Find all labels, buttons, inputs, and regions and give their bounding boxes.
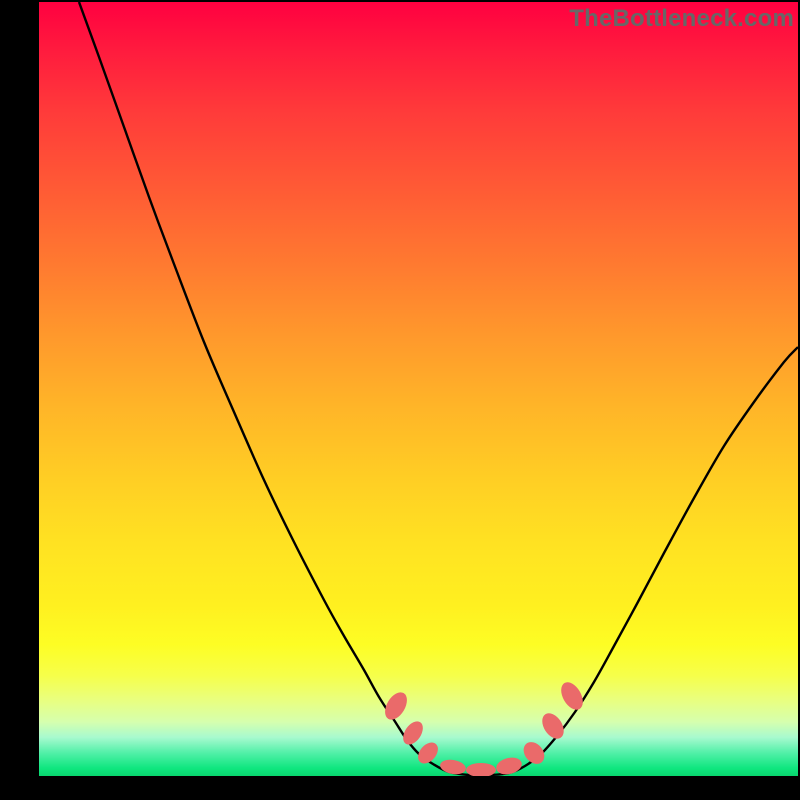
data-marker bbox=[466, 763, 496, 776]
chart-svg bbox=[39, 2, 798, 776]
plot-area bbox=[39, 2, 798, 776]
data-marker bbox=[519, 738, 548, 768]
chart-frame: TheBottleneck.com bbox=[0, 0, 800, 800]
data-markers bbox=[381, 679, 588, 776]
bottleneck-curve bbox=[79, 2, 798, 775]
data-marker bbox=[494, 755, 523, 776]
watermark-label: TheBottleneck.com bbox=[569, 5, 794, 33]
data-marker bbox=[557, 679, 588, 714]
